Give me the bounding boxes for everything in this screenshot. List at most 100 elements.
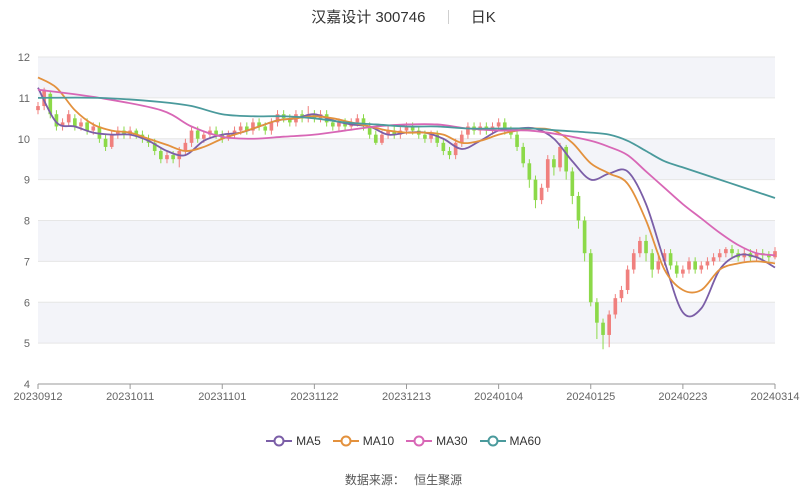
legend-label: MA10 [362, 434, 395, 448]
candle-body [539, 187, 544, 201]
x-tick-label: 20231122 [290, 391, 338, 403]
candle-body [423, 134, 427, 139]
y-tick-label: 10 [18, 134, 30, 146]
candle-body [36, 106, 40, 111]
candle [619, 285, 624, 303]
candle [386, 126, 390, 139]
candle-body [681, 269, 685, 274]
candle-body [576, 195, 581, 221]
candle-body [73, 118, 77, 127]
legend-label: MA60 [509, 434, 541, 448]
candle-body [355, 118, 360, 123]
candle [269, 118, 274, 135]
candle [116, 126, 120, 139]
candle [674, 261, 679, 278]
candle-body [595, 302, 599, 323]
candle [66, 110, 71, 127]
y-tick-label: 12 [18, 52, 30, 64]
candle-body [103, 138, 108, 147]
candle-body [66, 114, 71, 123]
candle-body [183, 142, 188, 152]
candle-body [85, 122, 89, 131]
legend-label: MA5 [296, 434, 321, 448]
candle-body [607, 314, 612, 335]
candle-body [582, 220, 587, 254]
candle [109, 130, 114, 149]
candle-body [625, 269, 630, 290]
candle [601, 318, 605, 350]
candle [60, 118, 65, 131]
candle [699, 261, 704, 274]
candle-body [79, 122, 83, 127]
x-tick-label: 20231213 [382, 391, 431, 403]
candle [570, 167, 575, 205]
candle-body [619, 289, 624, 299]
candle [545, 155, 550, 192]
candle-body [159, 151, 163, 160]
candle-body [638, 240, 642, 254]
candle-body [705, 261, 710, 266]
candle [244, 122, 249, 135]
candle-body [441, 142, 446, 152]
candle-body [330, 122, 335, 127]
legend-marker-icon [332, 435, 359, 447]
candle-body [552, 159, 556, 168]
candle [681, 265, 685, 278]
ma-lines-layer [37, 76, 776, 318]
candle [257, 118, 261, 131]
candle-body [201, 134, 206, 139]
candle-body [189, 130, 194, 143]
candle-body [195, 130, 200, 139]
legend-item-ma5[interactable]: MA5 [266, 434, 321, 448]
x-tick-label: 20240314 [751, 391, 800, 403]
candle-body [496, 122, 501, 127]
candle [275, 110, 280, 127]
candle-body [601, 322, 605, 335]
candle-body [91, 126, 96, 131]
x-tick-label: 20240125 [566, 391, 615, 403]
candle-body [545, 159, 550, 188]
candle-body [109, 134, 114, 147]
candle-body [644, 240, 648, 254]
candle-body [558, 146, 562, 168]
candle-body [238, 126, 243, 131]
legend-item-ma10[interactable]: MA10 [332, 434, 395, 448]
x-tick-label: 20230912 [14, 391, 63, 403]
candle-body [730, 249, 734, 254]
y-tick-label: 4 [24, 379, 30, 391]
candle-body [674, 265, 679, 274]
candle-body [453, 142, 458, 156]
candle [392, 126, 397, 139]
candle-body [533, 179, 538, 201]
candle [251, 118, 255, 135]
y-tick-label: 8 [24, 216, 30, 228]
source-label: 数据来源： [344, 473, 405, 487]
x-tick-label: 20240223 [658, 391, 707, 403]
legend-marker-icon [266, 435, 293, 447]
candle-body [650, 253, 654, 270]
legend-item-ma60[interactable]: MA60 [479, 434, 541, 448]
y-tick-label: 11 [19, 93, 30, 105]
y-tick-label: 9 [24, 175, 30, 187]
candle-body [373, 134, 378, 143]
series-line-ma5 [37, 87, 776, 318]
y-tick-label: 7 [24, 256, 30, 268]
y-tick-label: 5 [24, 338, 30, 350]
candle-body [588, 253, 593, 303]
data-source: 数据来源： 恒生聚源 [0, 471, 807, 488]
candle-body [693, 261, 697, 270]
chart-background-bands [38, 57, 775, 344]
candle-body [773, 251, 777, 258]
candle-body [668, 253, 673, 266]
legend-item-ma30[interactable]: MA30 [406, 434, 468, 448]
background-band [38, 57, 775, 98]
candle [588, 249, 593, 307]
candle [36, 101, 40, 115]
candle-body [527, 163, 532, 180]
x-axis: 20230912 20231011 20231101 20231122 20231213… [14, 383, 800, 403]
candle-body [263, 126, 268, 131]
candle-body [165, 155, 169, 160]
background-band [38, 302, 775, 344]
x-tick-label: 20231011 [106, 391, 154, 403]
candle [533, 175, 538, 209]
